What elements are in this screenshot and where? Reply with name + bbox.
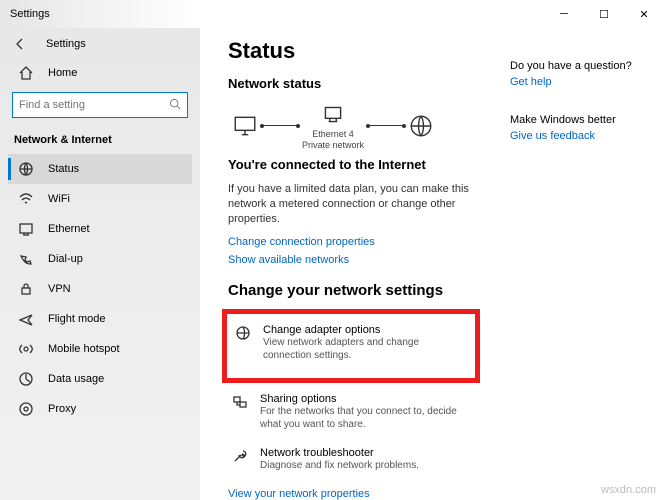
aside-improve: Make Windows better bbox=[510, 114, 650, 126]
maximize-button[interactable]: ☐ bbox=[584, 0, 624, 28]
sidebar-item-status[interactable]: Status bbox=[8, 154, 192, 184]
sidebar-item-hotspot[interactable]: Mobile hotspot bbox=[8, 334, 192, 364]
back-icon[interactable] bbox=[12, 36, 28, 52]
option-title: Sharing options bbox=[260, 393, 476, 405]
ethernet-icon bbox=[18, 221, 34, 237]
adapter-options-icon bbox=[235, 325, 251, 341]
sidebar-item-wifi[interactable]: WiFi bbox=[8, 184, 192, 214]
sidebar-item-proxy[interactable]: Proxy bbox=[8, 394, 192, 424]
sharing-icon bbox=[232, 394, 248, 410]
airplane-icon bbox=[18, 311, 34, 327]
aside-question: Do you have a question? bbox=[510, 60, 650, 72]
sidebar-item-label: Data usage bbox=[48, 373, 104, 385]
subtitle-network-status: Network status bbox=[228, 76, 480, 91]
sidebar-item-label: VPN bbox=[48, 283, 71, 295]
sidebar-item-label: Flight mode bbox=[48, 313, 105, 325]
sidebar-item-label: Dial-up bbox=[48, 253, 83, 265]
aside: Do you have a question? Get help Make Wi… bbox=[510, 38, 650, 490]
status-icon bbox=[18, 161, 34, 177]
sidebar-item-label: WiFi bbox=[48, 193, 70, 205]
link-get-help[interactable]: Get help bbox=[510, 76, 650, 88]
highlight-box: Change adapter options View network adap… bbox=[222, 309, 480, 383]
globe-icon bbox=[408, 113, 434, 139]
window-controls: ─ ☐ ✕ bbox=[544, 0, 664, 28]
search-box[interactable] bbox=[12, 92, 188, 118]
close-button[interactable]: ✕ bbox=[624, 0, 664, 28]
connected-heading: You're connected to the Internet bbox=[228, 157, 480, 172]
sidebar-item-label: Status bbox=[48, 163, 79, 175]
option-title: Change adapter options bbox=[263, 324, 467, 336]
sidebar-item-ethernet[interactable]: Ethernet bbox=[8, 214, 192, 244]
vpn-icon bbox=[18, 281, 34, 297]
search-icon bbox=[169, 98, 181, 113]
window-title: Settings bbox=[10, 8, 50, 20]
sidebar-item-dialup[interactable]: Dial-up bbox=[8, 244, 192, 274]
network-diagram: Ethernet 4Private network bbox=[232, 101, 480, 151]
link-feedback[interactable]: Give us feedback bbox=[510, 130, 650, 142]
diagram-globe bbox=[408, 113, 434, 139]
option-change-adapter[interactable]: Change adapter options View network adap… bbox=[231, 318, 471, 372]
option-sub: View network adapters and change connect… bbox=[263, 336, 467, 362]
sidebar: Settings Home Network & Internet Status … bbox=[0, 28, 200, 500]
search-input[interactable] bbox=[19, 99, 169, 111]
option-title: Network troubleshooter bbox=[260, 447, 419, 459]
nav-home[interactable]: Home bbox=[8, 58, 192, 88]
dialup-icon bbox=[18, 251, 34, 267]
sidebar-item-data[interactable]: Data usage bbox=[8, 364, 192, 394]
home-icon bbox=[18, 65, 34, 81]
link-connection-properties[interactable]: Change connection properties bbox=[228, 236, 480, 248]
option-sharing[interactable]: Sharing options For the networks that yo… bbox=[228, 387, 480, 441]
page-title: Status bbox=[228, 38, 480, 64]
option-sub: For the networks that you connect to, de… bbox=[260, 405, 476, 431]
sidebar-section-title: Network & Internet bbox=[8, 128, 192, 154]
diagram-line bbox=[262, 125, 298, 126]
sidebar-item-vpn[interactable]: VPN bbox=[8, 274, 192, 304]
titlebar: Settings ─ ☐ ✕ bbox=[0, 0, 664, 28]
hotspot-icon bbox=[18, 341, 34, 357]
proxy-icon bbox=[18, 401, 34, 417]
troubleshoot-icon bbox=[232, 448, 248, 464]
watermark: wsxdn.com bbox=[601, 484, 656, 496]
adapter-type: Private network bbox=[302, 140, 364, 150]
connected-desc: If you have a limited data plan, you can… bbox=[228, 182, 480, 228]
sidebar-item-label: Proxy bbox=[48, 403, 76, 415]
diagram-line bbox=[368, 125, 404, 126]
change-settings-heading: Change your network settings bbox=[228, 282, 480, 299]
diagram-pc bbox=[232, 113, 258, 139]
adapter-icon bbox=[320, 101, 346, 127]
main-content: Status Network status Ethernet 4Private … bbox=[200, 28, 664, 500]
minimize-button[interactable]: ─ bbox=[544, 0, 584, 28]
diagram-adapter: Ethernet 4Private network bbox=[302, 101, 364, 151]
option-sub: Diagnose and fix network problems. bbox=[260, 459, 419, 472]
data-icon bbox=[18, 371, 34, 387]
wifi-icon bbox=[18, 191, 34, 207]
sidebar-item-flight[interactable]: Flight mode bbox=[8, 304, 192, 334]
sidebar-item-label: Mobile hotspot bbox=[48, 343, 120, 355]
back-label: Settings bbox=[46, 38, 86, 50]
sidebar-item-label: Ethernet bbox=[48, 223, 90, 235]
pc-icon bbox=[232, 113, 258, 139]
option-troubleshooter[interactable]: Network troubleshooter Diagnose and fix … bbox=[228, 441, 480, 482]
link-show-available[interactable]: Show available networks bbox=[228, 254, 480, 266]
link-view-props[interactable]: View your network properties bbox=[228, 488, 480, 500]
adapter-name: Ethernet 4 bbox=[312, 129, 354, 139]
nav-home-label: Home bbox=[48, 67, 77, 79]
